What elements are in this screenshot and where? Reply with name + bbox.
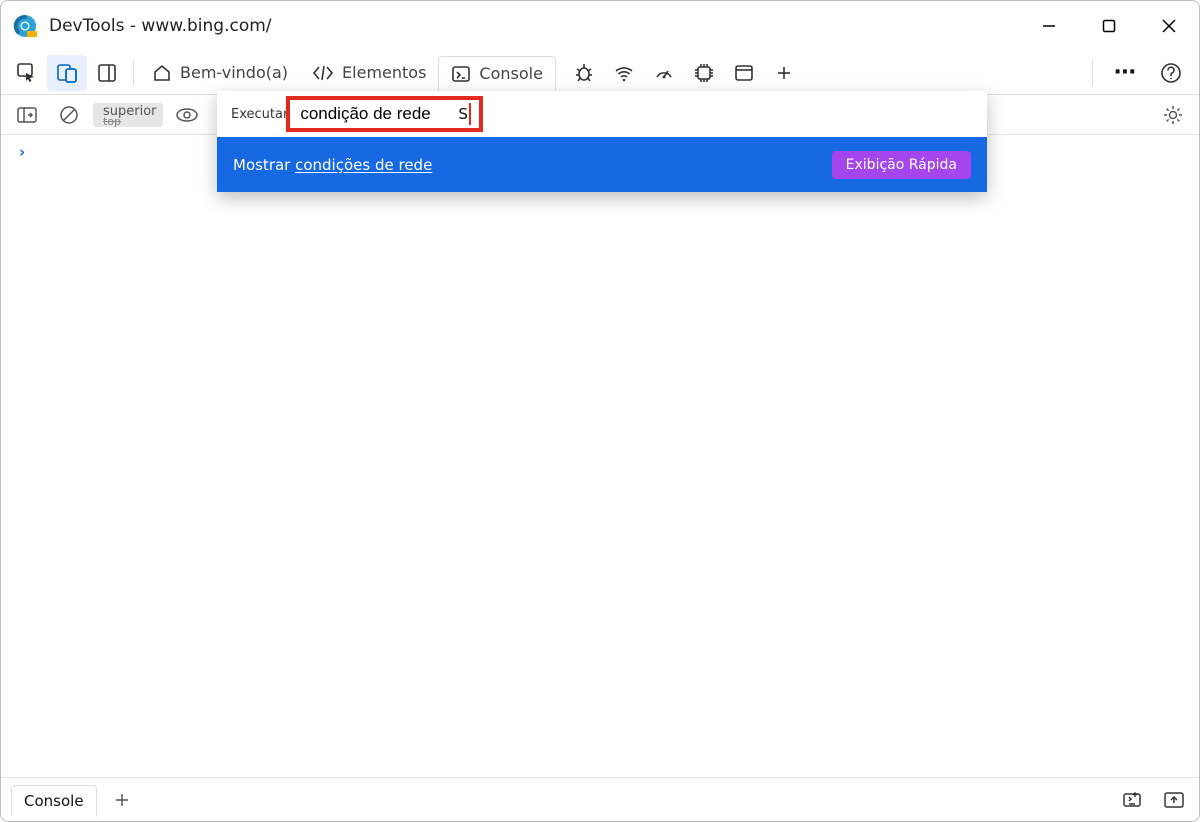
command-result-text: Mostrar condições de rede <box>233 156 432 174</box>
drawer-bar: Console <box>1 777 1199 821</box>
tab-console-label: Console <box>479 64 543 83</box>
clear-console-icon[interactable] <box>51 99 87 131</box>
debugger-icon[interactable] <box>564 55 604 91</box>
close-button[interactable] <box>1139 1 1199 51</box>
inspect-element-icon[interactable] <box>7 55 47 91</box>
console-body[interactable]: › <box>1 135 1199 777</box>
more-options-icon[interactable]: ⋯ <box>1105 55 1145 91</box>
device-toggle-icon[interactable] <box>47 55 87 91</box>
separator <box>1092 60 1093 86</box>
tab-welcome-label: Bem-vindo(a) <box>180 63 288 82</box>
drawer-add-tab-icon[interactable] <box>107 785 137 815</box>
text-caret <box>469 103 471 125</box>
toggle-sidebar-icon[interactable] <box>9 99 45 131</box>
command-search-row: Executar S <box>217 91 987 137</box>
tab-strip: Bem-vindo(a) Elementos Console <box>1 51 1199 95</box>
dock-side-icon[interactable] <box>87 55 127 91</box>
maximize-button[interactable] <box>1079 1 1139 51</box>
command-input-trailing: S <box>458 105 468 123</box>
window-title: DevTools - www.bing.com/ <box>49 16 272 36</box>
tab-console[interactable]: Console <box>438 56 556 92</box>
application-icon[interactable] <box>724 55 764 91</box>
issues-icon[interactable] <box>1117 785 1147 815</box>
command-prefix-label: Executar <box>231 107 288 122</box>
titlebar: DevTools - www.bing.com/ <box>1 1 1199 51</box>
devtools-window: DevTools - www.bing.com/ <box>0 0 1200 822</box>
add-tab-icon[interactable] <box>764 55 804 91</box>
performance-icon[interactable] <box>644 55 684 91</box>
tab-welcome[interactable]: Bem-vindo(a) <box>140 55 300 91</box>
command-input-highlight: S <box>286 96 483 132</box>
command-result-row[interactable]: Mostrar condições de rede Exibição Rápid… <box>217 137 987 192</box>
app-icon <box>11 12 39 40</box>
minimize-button[interactable] <box>1019 1 1079 51</box>
command-menu: Executar S Mostrar condições de rede Exi… <box>217 91 987 192</box>
command-input[interactable] <box>298 103 438 125</box>
expand-drawer-icon[interactable] <box>1159 785 1189 815</box>
tab-elements[interactable]: Elementos <box>300 55 438 91</box>
execution-context-selector[interactable]: superior top <box>93 103 163 127</box>
tab-separator <box>133 60 134 86</box>
network-icon[interactable] <box>604 55 644 91</box>
drawer-tab-console[interactable]: Console <box>11 785 97 817</box>
live-expression-icon[interactable] <box>169 99 205 131</box>
window-controls <box>1019 1 1199 51</box>
tab-elements-label: Elementos <box>342 63 426 82</box>
console-settings-icon[interactable] <box>1155 99 1191 131</box>
console-prompt-caret: › <box>19 143 25 161</box>
help-icon[interactable] <box>1151 55 1191 91</box>
command-result-badge: Exibição Rápida <box>832 151 971 179</box>
memory-icon[interactable] <box>684 55 724 91</box>
